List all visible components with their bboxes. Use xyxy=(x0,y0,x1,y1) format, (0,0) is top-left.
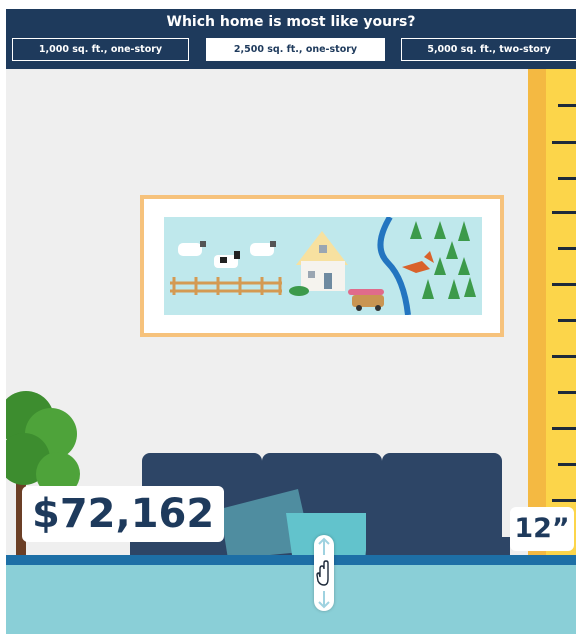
selector-title: Which home is most like yours? xyxy=(166,14,416,30)
hand-pointer-icon xyxy=(316,560,329,586)
home-size-selector: Which home is most like yours? 1,000 sq.… xyxy=(6,9,577,69)
framed-picture xyxy=(140,195,504,337)
room-scene: $72,162 12” xyxy=(6,69,576,634)
house-icon xyxy=(289,231,348,296)
sheep-icon xyxy=(250,241,276,256)
option-1000-sqft[interactable]: 1,000 sq. ft., one-story xyxy=(12,38,189,61)
fox-icon xyxy=(402,251,434,273)
arrow-up-icon xyxy=(318,537,330,555)
option-5000-sqft[interactable]: 5,000 sq. ft., two-story xyxy=(401,38,577,61)
water-level-drag-handle[interactable] xyxy=(314,535,334,611)
option-2500-sqft[interactable]: 2,500 sq. ft., one-story xyxy=(206,38,385,61)
water-depth-label: 12” xyxy=(510,507,574,551)
car-icon xyxy=(348,289,384,311)
farm-illustration xyxy=(164,217,482,315)
arrow-down-icon xyxy=(318,591,330,609)
measuring-ruler xyxy=(546,69,576,569)
damage-cost-label: $72,162 xyxy=(22,486,225,542)
cow-icon xyxy=(214,251,240,268)
wall-trim xyxy=(528,69,546,569)
sheep-icon xyxy=(178,241,206,256)
floodwater xyxy=(6,565,576,634)
